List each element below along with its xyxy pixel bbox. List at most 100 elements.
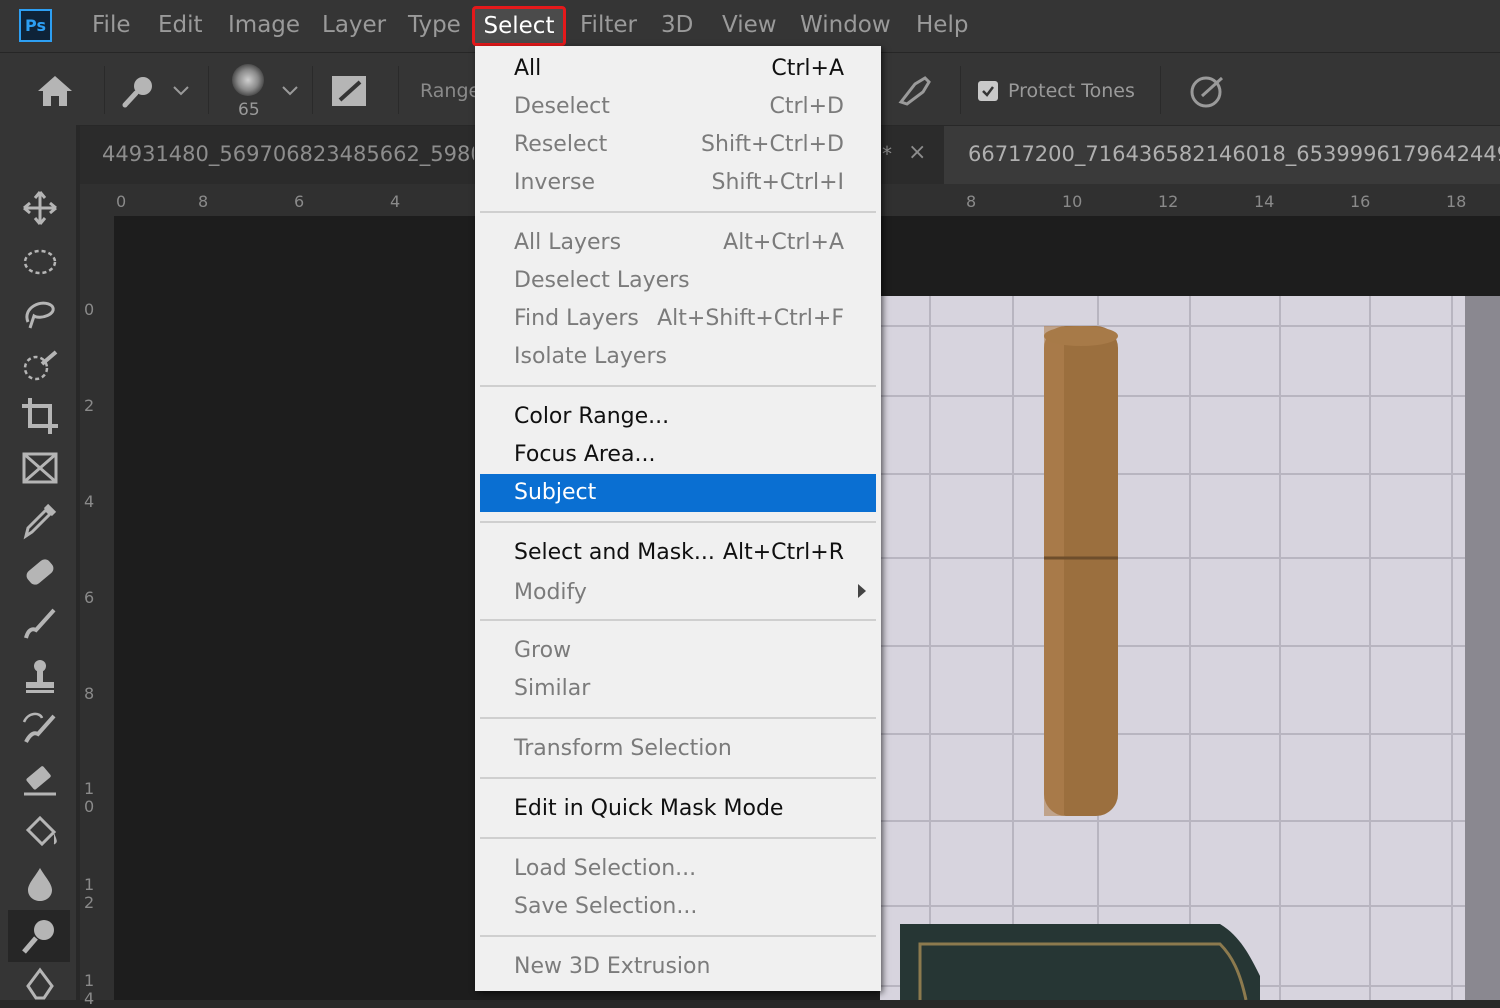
menu-item-label: Similar xyxy=(514,676,591,701)
dodge-tool-icon[interactable] xyxy=(20,916,60,956)
home-icon[interactable] xyxy=(36,74,74,108)
divider xyxy=(1160,66,1161,114)
chevron-down-icon[interactable] xyxy=(281,84,299,98)
ruler-label: 1 2 xyxy=(84,875,95,912)
ruler-label: 0 xyxy=(84,300,95,319)
tab-document-2[interactable]: 66717200_716436582146018_653999617964244… xyxy=(968,142,1500,166)
chevron-down-icon[interactable] xyxy=(172,84,190,98)
brush-preview-icon[interactable] xyxy=(232,64,264,96)
protect-tones-label: Protect Tones xyxy=(1008,80,1135,102)
menu-item-color-range[interactable]: Color Range... xyxy=(480,398,876,436)
menu-item-transform-selection[interactable]: Transform Selection xyxy=(480,730,876,768)
menu-item-shortcut: Alt+Ctrl+A xyxy=(723,230,844,255)
menu-divider xyxy=(480,521,876,523)
clone-stamp-tool-icon[interactable] xyxy=(20,656,60,696)
menu-item-all[interactable]: All Ctrl+A xyxy=(480,50,876,88)
menu-item-label: Inverse xyxy=(514,170,596,195)
menu-item-reselect[interactable]: Reselect Shift+Ctrl+D xyxy=(480,126,876,164)
frame-tool-icon[interactable] xyxy=(20,448,60,488)
brush-settings-icon[interactable] xyxy=(330,74,368,108)
menu-help[interactable]: Help xyxy=(916,12,968,38)
paint-bucket-tool-icon[interactable] xyxy=(20,812,60,852)
divider xyxy=(398,66,399,114)
object-selection-tool-icon[interactable] xyxy=(20,346,60,386)
submenu-arrow-icon xyxy=(858,584,866,598)
divider xyxy=(960,66,961,114)
menu-item-quick-mask[interactable]: Edit in Quick Mask Mode xyxy=(480,790,876,828)
menu-item-inverse[interactable]: Inverse Shift+Ctrl+I xyxy=(480,164,876,202)
menu-select[interactable]: Select xyxy=(472,6,566,46)
menu-item-deselect[interactable]: Deselect Ctrl+D xyxy=(480,88,876,126)
menu-item-isolate-layers[interactable]: Isolate Layers xyxy=(480,338,876,376)
move-tool-icon[interactable] xyxy=(20,188,60,228)
menu-item-shortcut: Ctrl+A xyxy=(771,56,844,81)
protect-tones-checkbox[interactable] xyxy=(978,81,998,101)
menu-type[interactable]: Type xyxy=(408,12,461,38)
ruler-label: 16 xyxy=(1350,192,1371,211)
menu-divider xyxy=(480,211,876,213)
menu-item-label: Edit in Quick Mask Mode xyxy=(514,796,784,821)
brush-tool-icon[interactable] xyxy=(20,604,60,644)
menu-item-deselect-layers[interactable]: Deselect Layers xyxy=(480,262,876,300)
marquee-tool-icon[interactable] xyxy=(20,242,60,282)
menu-item-shortcut: Ctrl+D xyxy=(769,94,844,119)
menu-item-load-selection[interactable]: Load Selection... xyxy=(480,850,876,888)
menu-divider xyxy=(480,935,876,937)
menu-layer[interactable]: Layer xyxy=(322,12,386,38)
menu-item-label: Deselect xyxy=(514,94,610,119)
menu-view[interactable]: View xyxy=(722,12,777,38)
menu-divider xyxy=(480,777,876,779)
ruler-label: 6 xyxy=(84,588,95,607)
menu-item-select-and-mask[interactable]: Select and Mask... Alt+Ctrl+R xyxy=(480,534,876,572)
quick-selection-tool-icon[interactable] xyxy=(120,74,160,108)
airbrush-icon[interactable] xyxy=(895,74,935,108)
pen-tool-icon[interactable] xyxy=(20,966,60,1006)
pressure-size-icon[interactable] xyxy=(1188,72,1228,110)
brush-size: 65 xyxy=(238,100,260,120)
menu-item-new-3d-extrusion[interactable]: New 3D Extrusion xyxy=(480,948,876,986)
menu-window[interactable]: Window xyxy=(800,12,891,38)
close-icon[interactable]: × xyxy=(908,140,926,165)
tab-document-1[interactable]: 44931480_569706823485662_598047 xyxy=(102,142,474,166)
divider xyxy=(104,66,105,114)
ruler-label: 6 xyxy=(294,192,305,211)
menu-item-all-layers[interactable]: All Layers Alt+Ctrl+A xyxy=(480,224,876,262)
ruler-label: 1 0 xyxy=(84,779,95,816)
menu-item-label: New 3D Extrusion xyxy=(514,954,711,979)
menu-item-save-selection[interactable]: Save Selection... xyxy=(480,888,876,926)
menu-item-modify[interactable]: Modify xyxy=(480,574,876,612)
blur-tool-icon[interactable] xyxy=(20,864,60,904)
photoshop-logo-icon: Ps xyxy=(19,9,52,42)
menu-filter[interactable]: Filter xyxy=(580,12,637,38)
menu-item-shortcut: Alt+Shift+Ctrl+F xyxy=(657,306,844,331)
ruler-label: 10 xyxy=(1062,192,1083,211)
crop-tool-icon[interactable] xyxy=(20,396,60,436)
menu-image[interactable]: Image xyxy=(228,12,300,38)
document-image[interactable] xyxy=(880,296,1465,1001)
lasso-tool-icon[interactable] xyxy=(20,294,60,334)
menu-file[interactable]: File xyxy=(92,12,131,38)
eraser-tool-icon[interactable] xyxy=(20,760,60,800)
ruler-label: 8 xyxy=(198,192,209,211)
menu-item-grow[interactable]: Grow xyxy=(480,632,876,670)
menu-item-focus-area[interactable]: Focus Area... xyxy=(480,436,876,474)
menu-item-similar[interactable]: Similar xyxy=(480,670,876,708)
ruler-label: 12 xyxy=(1158,192,1179,211)
menu-item-shortcut: Shift+Ctrl+I xyxy=(711,170,844,195)
eyedropper-tool-icon[interactable] xyxy=(20,500,60,540)
menu-item-label: All xyxy=(514,56,542,81)
canvas-edge xyxy=(1465,296,1500,1000)
menu-item-label: Find Layers xyxy=(514,306,639,331)
menu-3d[interactable]: 3D xyxy=(661,12,693,38)
menu-divider xyxy=(480,385,876,387)
healing-brush-tool-icon[interactable] xyxy=(20,552,60,592)
menu-item-subject[interactable]: Subject xyxy=(480,474,876,512)
menu-item-label: Load Selection... xyxy=(514,856,697,881)
menu-item-label: Save Selection... xyxy=(514,894,698,919)
menu-item-label: All Layers xyxy=(514,230,622,255)
tab-modified-indicator: * xyxy=(882,142,892,166)
menu-edit[interactable]: Edit xyxy=(158,12,203,38)
history-brush-tool-icon[interactable] xyxy=(20,708,60,748)
menu-item-label: Modify xyxy=(514,580,587,605)
menu-item-find-layers[interactable]: Find Layers Alt+Shift+Ctrl+F xyxy=(480,300,876,338)
